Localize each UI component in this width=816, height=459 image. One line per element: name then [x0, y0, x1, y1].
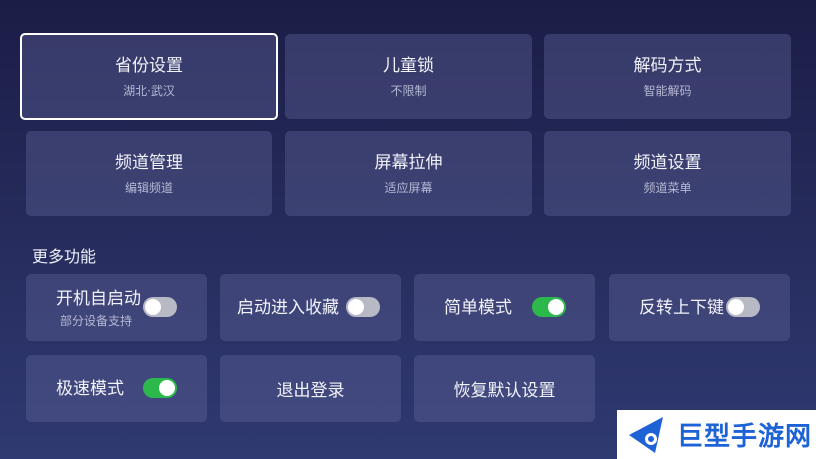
watermark-text: 巨型手游网: [677, 422, 813, 452]
tile-title: 频道设置: [633, 152, 702, 173]
watermark: 巨型手游网: [617, 410, 816, 459]
tile-title: 屏幕拉伸: [374, 152, 443, 173]
feature-label: 反转上下键: [639, 298, 724, 318]
tile-subtitle: 智能解码: [643, 83, 692, 98]
tile-channel-settings[interactable]: 频道设置 频道菜单: [544, 131, 791, 216]
feature-start-favorites[interactable]: 启动进入收藏: [220, 274, 401, 341]
toggle-knob: [145, 299, 161, 315]
feature-reverse-updown[interactable]: 反转上下键: [609, 274, 790, 341]
feature-fast-mode[interactable]: 极速模式: [26, 355, 207, 422]
feature-subtitle: 部分设备支持: [60, 314, 133, 328]
restore-defaults-label: 恢复默认设置: [453, 381, 556, 401]
logout-button[interactable]: 退出登录: [220, 355, 401, 422]
toggle-switch[interactable]: [532, 297, 566, 317]
toggle-switch[interactable]: [346, 297, 380, 317]
toggle-switch[interactable]: [726, 297, 760, 317]
feature-label: 开机自启动: [56, 289, 141, 309]
tile-province-settings[interactable]: 省份设置 湖北·武汉: [20, 33, 278, 120]
feature-autostart[interactable]: 开机自启动 部分设备支持: [26, 274, 207, 341]
tile-title: 频道管理: [115, 152, 183, 173]
toggle-knob: [548, 299, 564, 315]
section-title-more-features: 更多功能: [32, 247, 97, 266]
feature-label: 简单模式: [444, 298, 512, 318]
tile-subtitle: 湖北·武汉: [123, 83, 175, 98]
tile-decode-mode[interactable]: 解码方式 智能解码: [544, 34, 791, 119]
tile-channel-management[interactable]: 频道管理 编辑频道: [26, 131, 272, 216]
feature-label: 启动进入收藏: [237, 298, 339, 318]
tile-title: 儿童锁: [383, 55, 434, 76]
toggle-knob: [728, 299, 744, 315]
logout-label: 退出登录: [276, 381, 345, 401]
tile-title: 解码方式: [633, 55, 702, 76]
brand-logo-icon: [629, 416, 663, 453]
toggle-knob: [159, 380, 175, 396]
tile-child-lock[interactable]: 儿童锁 不限制: [285, 34, 532, 119]
tile-subtitle: 编辑频道: [124, 180, 173, 195]
tile-subtitle: 适应屏幕: [384, 180, 433, 195]
feature-simple-mode[interactable]: 简单模式: [414, 274, 595, 341]
tile-title: 省份设置: [115, 55, 183, 76]
tile-subtitle: 不限制: [390, 83, 427, 98]
restore-defaults-button[interactable]: 恢复默认设置: [414, 355, 595, 422]
toggle-knob: [348, 299, 364, 315]
toggle-switch[interactable]: [143, 297, 177, 317]
toggle-switch[interactable]: [143, 378, 177, 398]
feature-label: 极速模式: [56, 379, 124, 399]
tile-screen-stretch[interactable]: 屏幕拉伸 适应屏幕: [285, 131, 532, 216]
tile-subtitle: 频道菜单: [643, 180, 692, 195]
